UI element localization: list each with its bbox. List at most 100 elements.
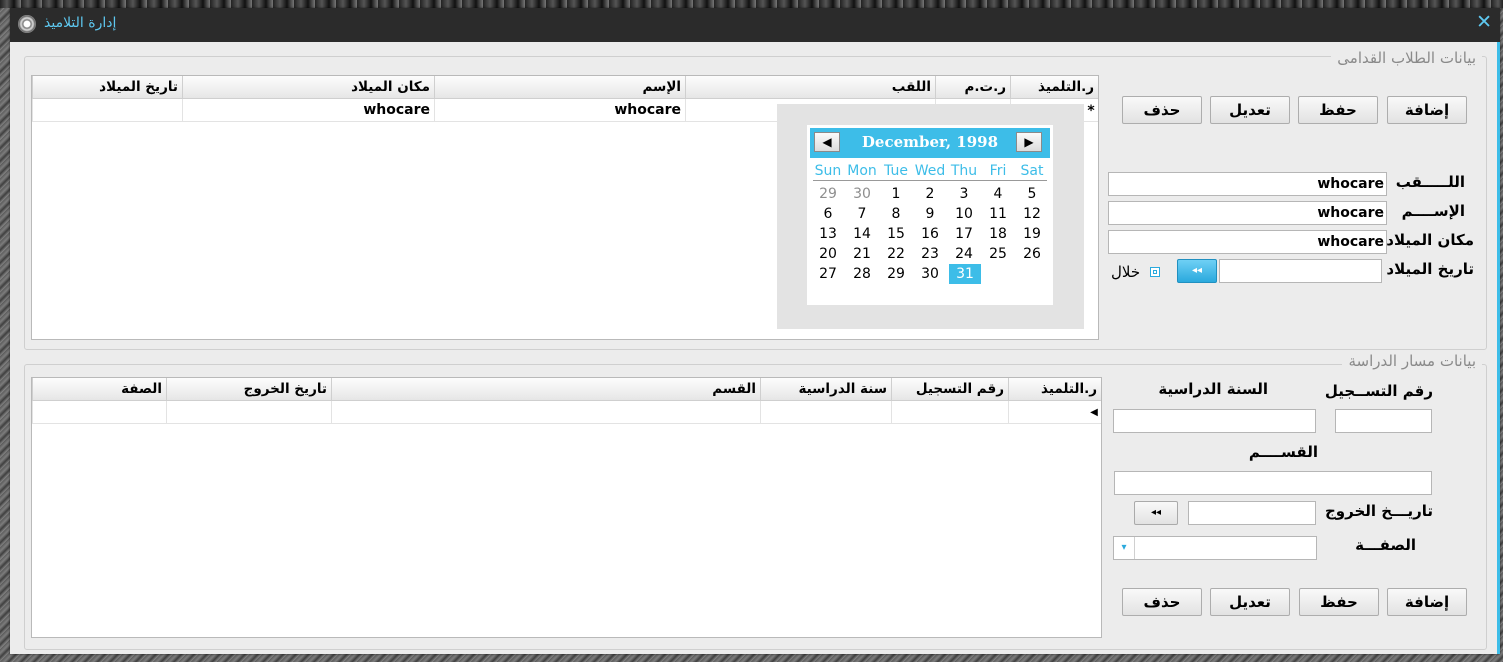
cell-name[interactable]: whocare [434, 99, 685, 121]
delete-button[interactable]: حذف [1122, 96, 1202, 124]
close-icon[interactable]: ✕ [1476, 11, 1492, 33]
calendar-day[interactable]: 27 [811, 264, 845, 284]
col-header-reg-number[interactable]: رقم التسجيل [891, 378, 1008, 400]
calendar-day[interactable]: 25 [981, 244, 1015, 264]
study-path-grid[interactable]: ر.التلميذ رقم التسجيل سنة الدراسية القسم… [31, 377, 1102, 638]
calendar-day[interactable]: 20 [811, 244, 845, 264]
col-header-exit-date[interactable]: تاريخ الخروج [166, 378, 331, 400]
during-checkbox[interactable] [1150, 267, 1160, 277]
lastname-field[interactable]: whocare [1108, 172, 1387, 196]
calendar-day[interactable]: 11 [981, 204, 1015, 224]
next-month-button[interactable]: ▶ [1016, 132, 1042, 152]
exit-date-picker-button[interactable]: ◂◂ [1134, 501, 1178, 525]
weekday-tue: Tue [884, 163, 908, 179]
calendar-day[interactable]: 18 [981, 224, 1015, 244]
add-button[interactable]: إضافة [1387, 96, 1467, 124]
col-header-status[interactable]: الصفة [32, 378, 166, 400]
new-row-marker: * [1087, 103, 1095, 119]
calendar-day[interactable]: 8 [879, 204, 913, 224]
calendar-day[interactable]: 21 [845, 244, 879, 264]
exit-date-label: تاريـــخ الخروج [1325, 502, 1433, 520]
calendar-day[interactable]: 29 [811, 184, 845, 204]
cell-reg-number[interactable] [891, 401, 1008, 423]
calendar-month-label: December, 1998 [861, 133, 999, 151]
study-year-field[interactable] [1113, 409, 1316, 433]
calendar-day[interactable]: 23 [913, 244, 947, 264]
weekday-mon: Mon [847, 163, 877, 179]
calendar-day[interactable]: 4 [981, 184, 1015, 204]
department-label: القســــم [1248, 443, 1318, 461]
col-header-birthplace[interactable]: مكان الميلاد [182, 76, 434, 98]
col-header-birthdate[interactable]: تاريخ الميلاد [32, 76, 182, 98]
exit-date-field[interactable] [1188, 501, 1316, 525]
main-window: إدارة التلاميذ ✕ بيانات الطلاب القدامى ر… [10, 8, 1500, 654]
study-path-legend: بيانات مسار الدراسة [1342, 352, 1482, 370]
status-dropdown[interactable]: ▾ [1113, 536, 1317, 560]
calendar-day[interactable]: 28 [845, 264, 879, 284]
calendar-day[interactable]: 1 [879, 184, 913, 204]
calendar-day[interactable]: 30 [845, 184, 879, 204]
cell-department[interactable] [331, 401, 760, 423]
birthplace-label: مكان الميلاد [1386, 231, 1474, 249]
save-button[interactable]: حفظ [1298, 96, 1378, 124]
col-header-name[interactable]: الإسم [434, 76, 685, 98]
cell-birthplace[interactable]: whocare [182, 99, 434, 121]
calendar-day[interactable]: 19 [1015, 224, 1049, 244]
study-year-label: السنة الدراسية [1158, 380, 1268, 398]
prev-month-button[interactable]: ◀ [814, 132, 840, 152]
reg-number-field[interactable] [1335, 409, 1432, 433]
col-header-student-id[interactable]: ر.التلميذ [1010, 76, 1098, 98]
cell-birthdate[interactable] [32, 99, 182, 121]
calendar-day[interactable]: 7 [845, 204, 879, 224]
during-label: خلال [1111, 263, 1141, 281]
cell-status[interactable] [32, 401, 166, 423]
birthdate-picker-button[interactable]: ◂◂ [1177, 259, 1217, 283]
calendar-day[interactable]: 22 [879, 244, 913, 264]
birthdate-field[interactable] [1219, 259, 1382, 283]
weekday-sat: Sat [1020, 163, 1044, 179]
add-button[interactable]: إضافة [1387, 588, 1467, 616]
birthplace-field[interactable]: whocare [1108, 230, 1387, 254]
calendar-day[interactable]: 24 [947, 244, 981, 264]
name-label: الإســــم [1401, 202, 1465, 220]
calendar-day[interactable]: 10 [947, 204, 981, 224]
save-button[interactable]: حفظ [1299, 588, 1379, 616]
cell-study-year[interactable] [760, 401, 891, 423]
calendar-day[interactable]: 14 [845, 224, 879, 244]
calendar-day[interactable]: 12 [1015, 204, 1049, 224]
study-path-grid-header: ر.التلميذ رقم التسجيل سنة الدراسية القسم… [32, 378, 1101, 401]
col-header-lastname[interactable]: اللقب [685, 76, 935, 98]
birthdate-label: تاريخ الميلاد [1386, 260, 1474, 278]
department-field[interactable] [1114, 471, 1432, 495]
calendar-day[interactable]: 26 [1015, 244, 1049, 264]
title-bar: إدارة التلاميذ ✕ [10, 8, 1500, 42]
calendar-day[interactable]: 3 [947, 184, 981, 204]
calendar-day[interactable]: 6 [811, 204, 845, 224]
calendar-day[interactable]: 30 [913, 264, 947, 284]
calendar-day[interactable]: 16 [913, 224, 947, 244]
cell-student-id[interactable] [1008, 401, 1087, 423]
cell-exit-date[interactable] [166, 401, 331, 423]
calendar-day[interactable]: 2 [913, 184, 947, 204]
col-header-student-id[interactable]: ر.التلميذ [1008, 378, 1101, 400]
col-header-study-year[interactable]: سنة الدراسية [760, 378, 891, 400]
col-header-rtm[interactable]: ر.ت.م [935, 76, 1010, 98]
name-field[interactable]: whocare [1108, 201, 1387, 225]
calendar-day[interactable]: 13 [811, 224, 845, 244]
calendar-day[interactable]: 29 [879, 264, 913, 284]
calendar-day[interactable]: 31 [949, 264, 981, 284]
edit-button[interactable]: تعديل [1210, 96, 1290, 124]
edit-button[interactable]: تعديل [1210, 588, 1290, 616]
app-icon [18, 15, 36, 33]
delete-button[interactable]: حذف [1122, 588, 1202, 616]
reg-number-label: رقم التســجيل [1324, 382, 1433, 400]
col-header-department[interactable]: القسم [331, 378, 760, 400]
calendar-day[interactable]: 17 [947, 224, 981, 244]
calendar-day[interactable]: 15 [879, 224, 913, 244]
weekday-wed: Wed [914, 163, 946, 179]
table-row[interactable]: ◀ [32, 401, 1101, 424]
weekday-thu: Thu [950, 163, 978, 179]
chevron-down-icon[interactable]: ▾ [1114, 537, 1135, 559]
calendar-day[interactable]: 5 [1015, 184, 1049, 204]
calendar-day[interactable]: 9 [913, 204, 947, 224]
